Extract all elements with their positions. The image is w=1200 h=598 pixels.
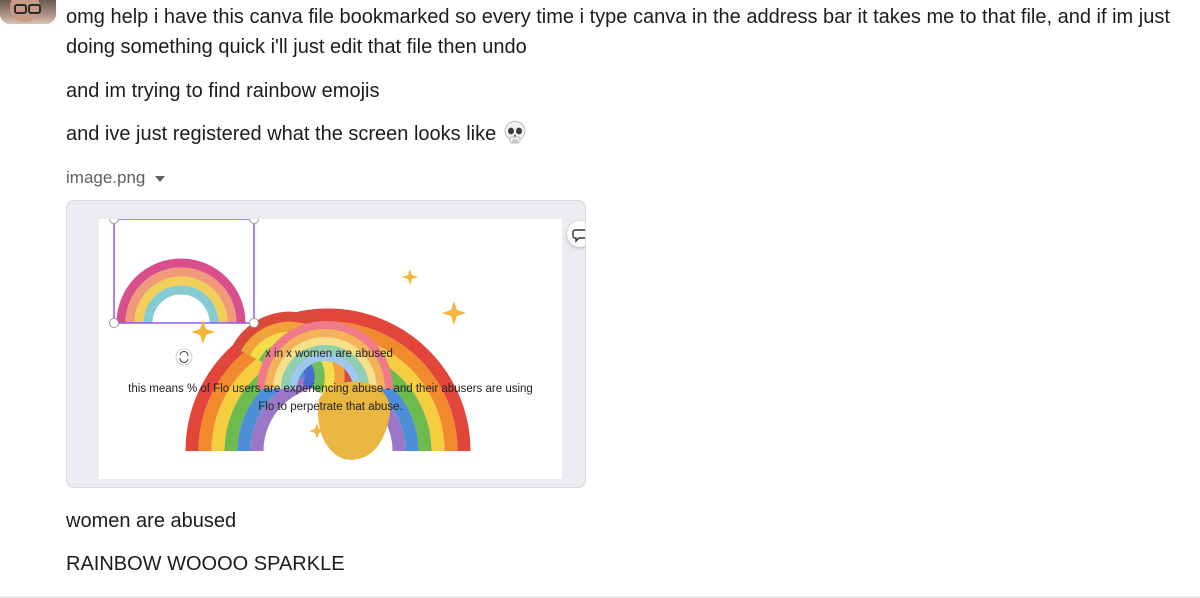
comment-button[interactable] [567, 221, 585, 247]
message-text-5: RAINBOW WOOOO SPARKLE [66, 553, 345, 575]
message-text-3-content: and ive just registered what the screen … [66, 123, 497, 145]
canva-design-canvas: x in x women are abused this means % of … [99, 219, 562, 479]
avatar[interactable] [0, 0, 56, 24]
avatar-glasses-left [14, 4, 27, 14]
skull-emoji-icon [504, 121, 526, 144]
canvas-headline-text: x in x women are abused [265, 348, 393, 360]
canvas-body-text-line-1: this means % of Flo users are experienci… [128, 383, 533, 395]
attachment-header[interactable]: image.png [66, 166, 166, 190]
attachment-filename[interactable]: image.png [66, 168, 145, 188]
comment-icon [572, 229, 585, 243]
message-text-1: omg help i have this canva file bookmark… [66, 6, 1170, 58]
canvas-body-text-line-2: Flo to perpetrate that abuse. [258, 401, 403, 413]
avatar-glasses-right [28, 4, 41, 14]
message-text-3: and ive just registered what the screen … [66, 119, 1186, 149]
message-text-4: women are abused [66, 510, 237, 532]
chevron-down-icon[interactable] [155, 176, 166, 182]
message-text-2: and im trying to find rainbow emojis [66, 80, 380, 102]
attachment-image[interactable]: x in x women are abused this means % of … [66, 200, 586, 488]
